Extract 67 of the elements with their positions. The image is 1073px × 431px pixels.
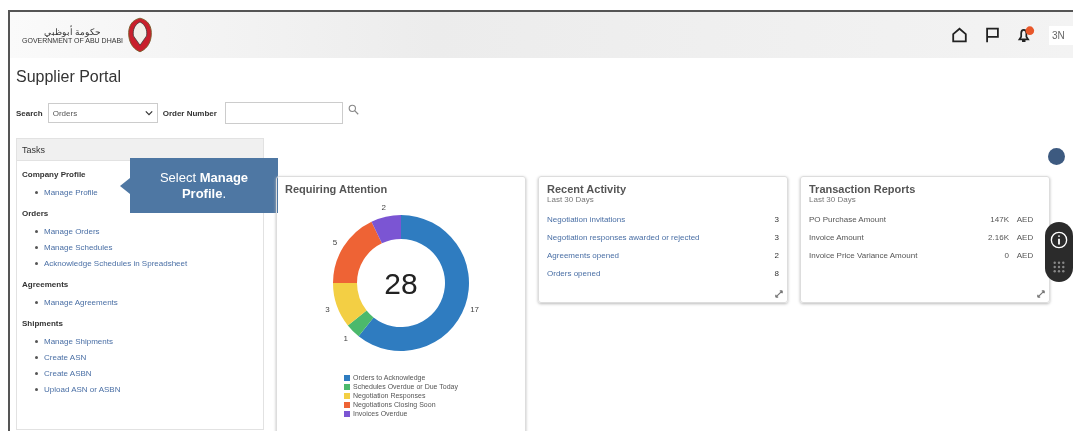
expand-icon[interactable] [1037, 290, 1045, 298]
logo-arabic-text: حكومة أبوظبي [43, 26, 102, 37]
activity-link[interactable]: Agreements opened [547, 250, 775, 260]
task-link[interactable]: Manage Agreements [44, 297, 118, 307]
callout-tooltip: Select Manage Profile. [130, 158, 278, 213]
card-title: Transaction Reports [809, 183, 917, 195]
donut-data-label: 17 [470, 304, 480, 314]
flag-icon[interactable] [983, 26, 1002, 44]
report-amount: 147K [989, 214, 1009, 224]
task-group-heading: Orders [22, 209, 49, 218]
card-subtitle: Last 30 Days [809, 195, 857, 204]
donut-total: 28 [384, 267, 418, 300]
activity-count: 2 [774, 250, 779, 260]
user-initials[interactable]: 3N [1049, 25, 1073, 45]
report-currency: AED [1015, 250, 1035, 260]
order-number-label: Order Number [162, 108, 217, 118]
notification-bell-icon[interactable] [1016, 26, 1035, 44]
donut-data-label: 2 [381, 202, 386, 212]
card-title: Recent Activity [547, 183, 628, 195]
report-currency: AED [1015, 232, 1035, 242]
report-amount: 0 [1003, 250, 1009, 260]
donut-data-label: 1 [343, 334, 349, 344]
activity-count: 3 [774, 232, 779, 242]
card-subtitle: Last 30 Days [547, 195, 595, 204]
task-link[interactable]: Acknowledge Schedules in Spreadsheet [44, 258, 188, 268]
task-group-heading: Shipments [22, 319, 63, 328]
legend-swatch [344, 401, 351, 408]
task-group-heading: Company Profile [22, 170, 86, 179]
legend-swatch [344, 392, 351, 399]
donut-data-label: 5 [332, 237, 338, 247]
report-label: PO Purchase Amount [809, 214, 887, 224]
legend-swatch [344, 383, 351, 390]
activity-count: 8 [774, 268, 779, 278]
task-link[interactable]: Manage Orders [44, 226, 100, 236]
report-amount: 2.16K [987, 232, 1009, 242]
activity-link[interactable]: Orders opened [547, 268, 775, 278]
chat-button[interactable] [1048, 148, 1065, 165]
tasks-title: Tasks [22, 144, 45, 155]
info-icon[interactable] [1050, 231, 1068, 249]
donut-data-label: 3 [325, 304, 330, 314]
report-label: Invoice Amount [809, 232, 865, 242]
search-label: Search [16, 108, 43, 118]
legend-swatch [344, 410, 351, 417]
report-label: Invoice Price Variance Amount [809, 250, 919, 260]
activity-count: 3 [774, 214, 779, 224]
search-icon[interactable] [347, 103, 359, 115]
search-category-dropdown[interactable]: Orders [47, 103, 158, 123]
card-title: Requiring Attention [285, 183, 389, 195]
report-currency: AED [1015, 214, 1035, 224]
grid-icon[interactable] [1053, 261, 1065, 273]
task-link[interactable]: Create ASBN [44, 368, 92, 378]
task-link[interactable]: Manage Schedules [44, 242, 113, 252]
help-widget[interactable] [1045, 222, 1073, 282]
task-link[interactable]: Upload ASN or ASBN [44, 384, 121, 394]
order-number-field[interactable] [224, 102, 343, 124]
task-link[interactable]: Manage Profile [44, 187, 98, 197]
legend-swatch [344, 374, 351, 381]
activity-link[interactable]: Negotiation responses awarded or rejected [547, 232, 775, 242]
task-link[interactable]: Create ASN [44, 352, 87, 362]
expand-icon[interactable] [775, 290, 783, 298]
home-icon[interactable] [950, 26, 969, 44]
caret-icon [144, 110, 153, 116]
task-link[interactable]: Manage Shipments [44, 336, 113, 346]
callout-pointer [120, 177, 130, 194]
task-group-heading: Agreements [22, 280, 69, 289]
activity-link[interactable]: Negotiation invitations [547, 214, 775, 224]
page-title: Supplier Portal [16, 68, 122, 86]
